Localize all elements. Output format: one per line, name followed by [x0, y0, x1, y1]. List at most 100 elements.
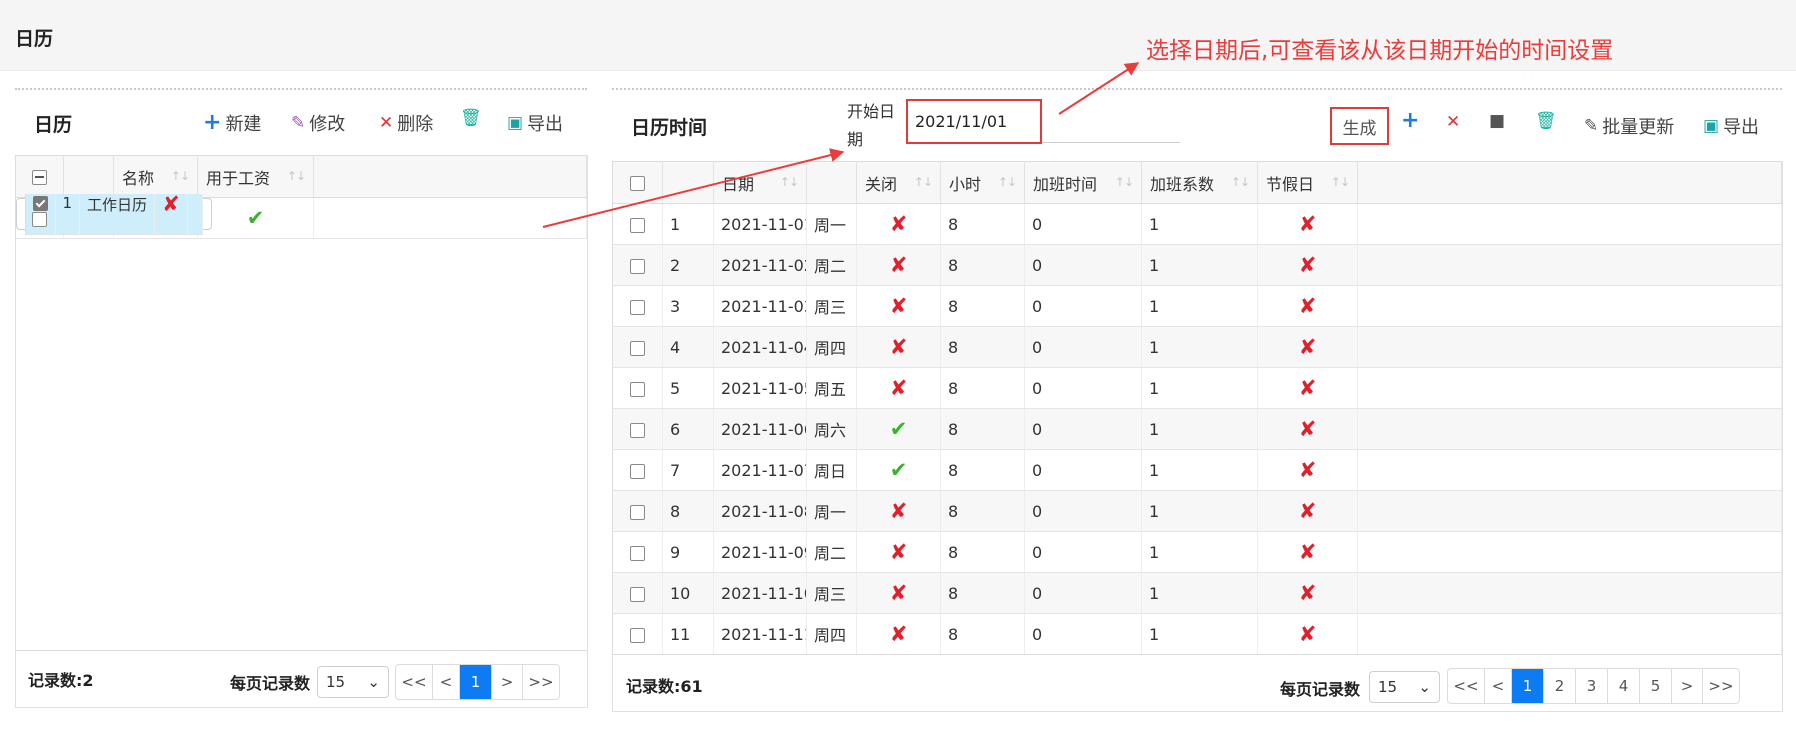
page-button[interactable]: 4 [1608, 669, 1640, 703]
table-row[interactable]: 1 2021-11-01 周一 ✘ 8 0 1 ✘ [612, 203, 1782, 245]
sort-icon[interactable]: ↑↓ [171, 169, 190, 183]
check-icon: ✔ [889, 457, 908, 482]
delete-button-label: 删除 [397, 114, 434, 135]
column-header-factor[interactable]: 加班系数 ↑↓ [1141, 161, 1258, 204]
row-checkbox[interactable] [630, 627, 645, 643]
chevron-down-icon: ⌄ [1418, 678, 1431, 696]
start-date-input[interactable]: 2021/11/01 [906, 99, 1042, 144]
row-number: 11 [662, 613, 714, 655]
overtime-cell: 0 [1024, 572, 1142, 614]
page-button[interactable]: 5 [1640, 669, 1672, 703]
row-number: 8 [662, 490, 714, 532]
page-button[interactable]: 2 [1544, 669, 1576, 703]
row-checkbox[interactable] [630, 504, 645, 520]
page-button[interactable]: 3 [1576, 669, 1608, 703]
cross-icon: ✘ [1298, 252, 1317, 277]
row-checkbox[interactable] [630, 217, 645, 233]
weekday-cell: 周六 [806, 408, 857, 450]
table-row[interactable]: 4 2021-11-04 周四 ✘ 8 0 1 ✘ [612, 326, 1782, 368]
cross-icon: ✘ [1298, 539, 1317, 564]
per-page-label: 每页记录数 [1280, 680, 1361, 699]
row-checkbox[interactable] [630, 299, 645, 315]
save-button[interactable]: ■ [1489, 113, 1505, 130]
column-header-overtime[interactable]: 加班时间 ↑↓ [1024, 161, 1142, 204]
cross-icon: ✘ [162, 193, 180, 216]
table-row[interactable]: 9 2021-11-09 周二 ✘ 8 0 1 ✘ [612, 531, 1782, 573]
last-page-button[interactable]: >> [1703, 669, 1739, 703]
hours-cell: 8 [940, 572, 1025, 614]
sort-icon[interactable]: ↑↓ [1231, 175, 1250, 189]
sort-icon[interactable]: ↑↓ [998, 175, 1017, 189]
column-header-date[interactable]: 日期 ↑↓ [713, 161, 807, 204]
next-page-button[interactable]: > [492, 665, 523, 699]
row-checkbox[interactable] [630, 463, 645, 479]
row-number: 3 [662, 285, 714, 327]
per-page-select[interactable]: 15 ⌄ [1369, 671, 1440, 703]
row-checkbox[interactable] [32, 211, 47, 227]
sort-icon[interactable]: ↑↓ [287, 169, 306, 183]
table-row[interactable]: 6 2021-11-06 周六 ✔ 8 0 1 ✘ [612, 408, 1782, 450]
table-row[interactable]: 5 2021-11-05 周五 ✘ 8 0 1 ✘ [612, 367, 1782, 409]
row-number: 4 [662, 326, 714, 368]
row-checkbox[interactable] [630, 340, 645, 356]
new-button[interactable]: + 新建 [203, 110, 261, 136]
row-checkbox[interactable] [32, 195, 48, 211]
batch-update-button[interactable]: ✎ 批量更新 [1584, 113, 1674, 139]
factor-cell: 1 [1141, 285, 1258, 327]
date-cell: 2021-11-03 [713, 285, 807, 327]
left-export-button[interactable]: ▣ 导出 [507, 110, 563, 136]
delete-button[interactable]: ✕ 删除 [379, 110, 433, 136]
row-checkbox[interactable] [630, 545, 645, 561]
first-page-button[interactable]: << [1448, 669, 1485, 703]
sort-icon[interactable]: ↑↓ [914, 175, 933, 189]
row-checkbox[interactable] [630, 586, 645, 602]
hours-cell: 8 [940, 449, 1025, 491]
prev-page-button[interactable]: < [433, 665, 460, 699]
last-page-button[interactable]: >> [523, 665, 559, 699]
edit-icon: ✎ [1584, 115, 1599, 136]
weekday-cell: 周三 [806, 285, 857, 327]
row-checkbox[interactable] [630, 381, 645, 397]
column-header-for-salary[interactable]: 用于工资 ↑↓ [197, 155, 314, 198]
sort-icon[interactable]: ↑↓ [780, 175, 799, 189]
sort-icon[interactable]: ↑↓ [1331, 175, 1350, 189]
sort-icon[interactable]: ↑↓ [1115, 175, 1134, 189]
table-row[interactable]: 10 2021-11-10 周三 ✘ 8 0 1 ✘ [612, 572, 1782, 614]
hours-cell: 8 [940, 613, 1025, 655]
next-page-button[interactable]: > [1672, 669, 1703, 703]
weekday-cell: 周四 [806, 326, 857, 368]
page-button[interactable]: 1 [460, 665, 492, 699]
remove-row-button[interactable]: ✕ [1446, 114, 1460, 131]
select-all-checkbox[interactable] [32, 170, 47, 185]
add-row-button[interactable]: + [1401, 110, 1419, 132]
page-button[interactable]: 1 [1512, 669, 1544, 703]
clear-button[interactable]: 🗑 [460, 110, 482, 127]
edit-button[interactable]: ✎ 修改 [291, 110, 345, 136]
row-checkbox[interactable] [630, 422, 645, 438]
table-row[interactable]: 3 2021-11-03 周三 ✘ 8 0 1 ✘ [612, 285, 1782, 327]
column-header-name[interactable]: 名称 ↑↓ [113, 155, 198, 198]
column-header-closed[interactable]: 关闭 ↑↓ [856, 161, 941, 204]
cross-icon: ✘ [889, 211, 908, 236]
calendar-time-table: 日期 ↑↓ 关闭 ↑↓ 小时 ↑↓ 加班时间 ↑↓ 加班系数 ↑↓ 节假日 ↑↓ 1 2021… [612, 161, 1782, 655]
generate-button[interactable]: 生成 [1330, 107, 1389, 145]
first-page-button[interactable]: << [396, 665, 433, 699]
column-header-hours[interactable]: 小时 ↑↓ [940, 161, 1025, 204]
table-row[interactable]: 7 2021-11-07 周日 ✔ 8 0 1 ✘ [612, 449, 1782, 491]
select-all-cell[interactable] [15, 155, 64, 198]
row-checkbox[interactable] [630, 258, 645, 274]
x-icon: ✕ [1446, 112, 1461, 132]
right-export-button[interactable]: ▣ 导出 [1703, 113, 1759, 139]
column-header-holiday[interactable]: 节假日 ↑↓ [1257, 161, 1358, 204]
table-row[interactable]: 11 2021-11-11 周四 ✘ 8 0 1 ✘ [612, 613, 1782, 655]
select-all-cell[interactable] [612, 161, 663, 204]
right-clear-button[interactable]: 🗑 [1535, 113, 1557, 130]
overtime-cell: 0 [1024, 531, 1142, 573]
select-all-checkbox[interactable] [630, 176, 645, 191]
per-page-select[interactable]: 15 ⌄ [317, 666, 389, 698]
table-row[interactable]: 2 2021-11-02 周二 ✘ 8 0 1 ✘ [612, 244, 1782, 286]
trash-icon: 🗑 [460, 108, 482, 128]
cross-icon: ✘ [1298, 621, 1317, 646]
prev-page-button[interactable]: < [1485, 669, 1512, 703]
table-row[interactable]: 8 2021-11-08 周一 ✘ 8 0 1 ✘ [612, 490, 1782, 532]
